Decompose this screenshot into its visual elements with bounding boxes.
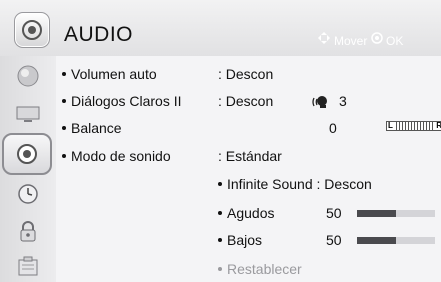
audio-menu-window: AUDIO Mover OK Volumen auto: Descon Diá… xyxy=(0,0,441,282)
bullet xyxy=(218,267,222,272)
sidebar xyxy=(0,56,56,282)
bajos-slider[interactable] xyxy=(357,237,435,244)
settings-list: Volumen auto : Descon Diálogos Claros II… xyxy=(56,56,441,282)
sidebar-item-time[interactable] xyxy=(8,180,48,208)
setting-label: Bajos xyxy=(227,232,263,248)
agudos-slider-fill xyxy=(357,210,396,217)
setting-label: Balance xyxy=(71,120,122,136)
options-icon xyxy=(18,256,38,276)
balance-meter[interactable]: L R xyxy=(386,121,441,131)
clock-icon xyxy=(18,184,38,204)
menu-header: AUDIO Mover OK xyxy=(0,0,441,57)
setting-modo-sonido[interactable]: Modo de sonido xyxy=(62,148,171,164)
audio-icon xyxy=(17,144,37,164)
sidebar-item-picture[interactable] xyxy=(8,62,48,90)
bullet xyxy=(218,211,222,216)
hint-move-label: Mover xyxy=(334,34,368,48)
balance-left-label: L xyxy=(387,121,394,130)
hint-ok-label: OK xyxy=(386,34,404,48)
setting-label: Modo de sonido xyxy=(71,148,171,164)
agudos-value: 50 xyxy=(326,205,342,221)
sidebar-item-lock[interactable] xyxy=(8,218,48,246)
picture-icon xyxy=(17,65,39,87)
bullet xyxy=(62,126,66,131)
bullet xyxy=(62,99,66,104)
balance-right-label: R xyxy=(435,121,441,130)
balance-value: 0 xyxy=(329,120,337,136)
voice-icon xyxy=(312,96,327,108)
lock-icon xyxy=(20,221,36,242)
setting-value: : Estándar xyxy=(218,148,282,164)
bullet xyxy=(62,72,66,77)
setting-infinite-sound[interactable]: Infinite Sound : Descon xyxy=(218,176,372,192)
setting-value: : Descon xyxy=(218,66,274,82)
setting-label: Volumen auto xyxy=(71,66,157,82)
screen-icon xyxy=(16,106,40,122)
setting-label: Agudos xyxy=(227,205,275,221)
dialog-level: 3 xyxy=(339,93,347,109)
bullet xyxy=(218,238,222,243)
setting-agudos[interactable]: Agudos xyxy=(218,205,274,221)
setting-label: Restablecer xyxy=(227,261,302,277)
setting-label: Diálogos Claros II xyxy=(71,93,182,109)
bullet xyxy=(218,182,222,187)
bajos-value: 50 xyxy=(326,232,342,248)
sidebar-item-options[interactable] xyxy=(8,252,48,280)
setting-volumen-auto[interactable]: Volumen auto xyxy=(62,66,157,82)
setting-value: : Descon xyxy=(218,93,274,109)
setting-label: Infinite Sound xyxy=(227,176,313,192)
bajos-slider-fill xyxy=(357,237,396,244)
audio-icon xyxy=(14,12,50,48)
setting-bajos[interactable]: Bajos xyxy=(218,232,262,248)
ok-button-icon xyxy=(371,32,383,44)
setting-dialogos-claros[interactable]: Diálogos Claros II xyxy=(62,93,182,109)
sidebar-item-audio[interactable] xyxy=(2,133,52,175)
move-arrows-icon xyxy=(318,32,330,44)
agudos-slider[interactable] xyxy=(357,210,435,217)
sidebar-item-screen[interactable] xyxy=(8,100,48,128)
setting-balance[interactable]: Balance xyxy=(62,120,122,136)
bullet xyxy=(62,154,66,159)
setting-value: : Descon xyxy=(316,176,372,192)
setting-restablecer: Restablecer xyxy=(218,261,302,277)
page-title: AUDIO xyxy=(64,23,134,46)
